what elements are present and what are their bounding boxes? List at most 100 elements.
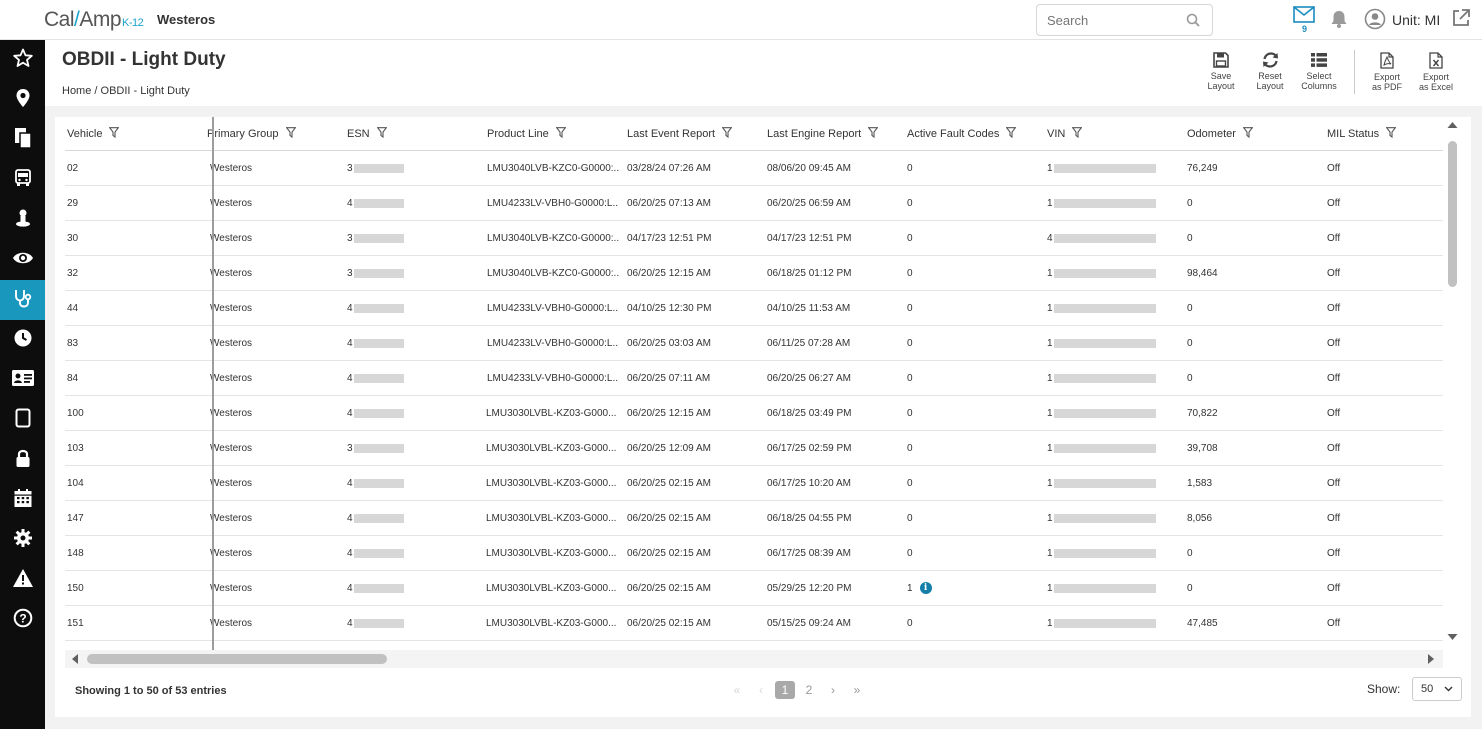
filter-icon[interactable] xyxy=(867,126,879,141)
cell-vehicle-value: 104 xyxy=(67,477,84,489)
bell-icon[interactable] xyxy=(1329,9,1349,34)
last-page-button[interactable]: » xyxy=(845,683,869,697)
unit-label[interactable]: Unit: MI xyxy=(1392,12,1440,28)
nav-security[interactable] xyxy=(0,440,45,480)
first-page-button[interactable]: « xyxy=(725,683,749,697)
column-header-vin[interactable]: VIN xyxy=(1047,117,1177,150)
vertical-scrollbar[interactable] xyxy=(1446,121,1458,645)
filter-icon[interactable] xyxy=(1385,126,1397,141)
nav-diagnostics[interactable] xyxy=(0,280,45,320)
nav-devices[interactable] xyxy=(0,400,45,440)
table-row[interactable]: 02 Westeros 3 LMU3040LVB-KZC0-G0000:... 03/2… xyxy=(65,151,1443,186)
cell-engine: 06/17/25 02:59 PM xyxy=(767,431,897,465)
table-row[interactable]: 84 Westeros 4 LMU4233LV-VBH0-G0000:L... 06/2… xyxy=(65,361,1443,396)
top-bar: Cal/AmpK-12 Westeros 9 Unit: MI xyxy=(0,0,1482,40)
export-excel-button[interactable]: Export as Excel xyxy=(1411,52,1461,92)
redacted-mask xyxy=(353,478,404,488)
cell-product: LMU3030LVBL-KZ03-G000... xyxy=(486,536,618,570)
nav-alerts[interactable] xyxy=(0,560,45,600)
redacted-mask xyxy=(1053,233,1156,243)
cell-odometer: 0 xyxy=(1187,186,1317,220)
cell-esn: 4 xyxy=(347,606,477,640)
calamp-logo[interactable]: Cal/AmpK-12 xyxy=(44,8,144,32)
nav-history[interactable] xyxy=(0,320,45,360)
cell-mil-value: Off xyxy=(1327,337,1341,349)
search-input[interactable] xyxy=(1037,5,1177,35)
search-box[interactable] xyxy=(1036,4,1213,36)
external-link-icon[interactable] xyxy=(1451,8,1471,33)
table-row[interactable]: 30 Westeros 3 LMU3040LVB-KZC0-G0000:... 04/1… xyxy=(65,221,1443,256)
nav-fleet[interactable] xyxy=(0,160,45,200)
filter-icon[interactable] xyxy=(721,126,733,141)
table-row[interactable]: 148 Westeros 4 LMU3030LVBL-KZ03-G000... 06/2… xyxy=(65,536,1443,571)
table-row[interactable]: 104 Westeros 4 LMU3030LVBL-KZ03-G000... 06/2… xyxy=(65,466,1443,501)
redacted-mask xyxy=(1053,373,1156,383)
cell-mil: Off xyxy=(1327,221,1437,255)
table-row[interactable]: 147 Westeros 4 LMU3030LVBL-KZ03-G000... 06/2… xyxy=(65,501,1443,536)
redacted-mask xyxy=(353,233,404,243)
filter-icon[interactable] xyxy=(555,126,567,141)
table-row[interactable]: 151 Westeros 4 LMU3030LVBL-KZ03-G000... 06/2… xyxy=(65,606,1443,641)
table-row[interactable]: 44 Westeros 4 LMU4233LV-VBH0-G0000:L... 04/1… xyxy=(65,291,1443,326)
nav-favorites[interactable] xyxy=(0,40,45,80)
user-avatar-icon[interactable] xyxy=(1364,8,1386,35)
select-columns-button[interactable]: Select Columns xyxy=(1294,52,1344,91)
nav-drivers[interactable] xyxy=(0,200,45,240)
vertical-scroll-thumb[interactable] xyxy=(1448,141,1457,287)
export-pdf-button[interactable]: Export as PDF xyxy=(1362,52,1412,92)
save-label-1: Save xyxy=(1210,71,1232,81)
column-header-engine[interactable]: Last Engine Report xyxy=(767,117,897,150)
column-header-odometer[interactable]: Odometer xyxy=(1187,117,1317,150)
scroll-left-arrow-icon xyxy=(72,654,78,664)
nav-map[interactable] xyxy=(0,80,45,120)
nav-reports[interactable] xyxy=(0,120,45,160)
info-icon[interactable]: i xyxy=(919,582,932,594)
breadcrumb[interactable]: Home / OBDII - Light Duty xyxy=(62,85,190,97)
save-layout-button[interactable]: Save Layout xyxy=(1196,52,1246,91)
prev-page-button[interactable]: ‹ xyxy=(749,683,773,697)
table-row[interactable]: 32 Westeros 3 LMU3040LVB-KZC0-G0000:... 06/2… xyxy=(65,256,1443,291)
column-header-event[interactable]: Last Event Report xyxy=(627,117,757,150)
page-1-button[interactable]: 1 xyxy=(775,681,795,699)
table-row[interactable]: 103 Westeros 3 LMU3030LVBL-KZ03-G000... 06/2… xyxy=(65,431,1443,466)
nav-monitor[interactable] xyxy=(0,240,45,280)
cell-product: LMU4233LV-VBH0-G0000:L... xyxy=(487,291,619,325)
column-header-group[interactable]: Primary Group xyxy=(207,117,337,150)
column-header-faults[interactable]: Active Fault Codes xyxy=(907,117,1037,150)
filter-icon[interactable] xyxy=(285,126,296,141)
page-2-button[interactable]: 2 xyxy=(797,683,821,697)
column-header-product[interactable]: Product Line xyxy=(487,117,619,150)
cell-vin-value: 1 xyxy=(1047,442,1053,454)
nav-help[interactable]: ? xyxy=(0,600,45,640)
reset-layout-button[interactable]: Reset Layout xyxy=(1245,52,1295,91)
cell-engine-value: 06/17/25 02:59 PM xyxy=(767,442,852,454)
redacted-mask xyxy=(353,163,404,173)
tenant-name[interactable]: Westeros xyxy=(157,12,215,27)
nav-calendar[interactable] xyxy=(0,480,45,520)
filter-icon[interactable] xyxy=(376,126,388,141)
cell-event: 04/10/25 12:30 PM xyxy=(627,291,757,325)
cell-product: LMU3030LVBL-KZ03-G000... xyxy=(486,431,618,465)
filter-icon[interactable] xyxy=(1071,126,1083,141)
horizontal-scrollbar[interactable] xyxy=(65,650,1443,668)
column-header-vehicle[interactable]: Vehicle xyxy=(67,117,187,150)
filter-icon[interactable] xyxy=(109,126,120,141)
cell-vin: 1 xyxy=(1047,571,1177,605)
cell-product-value: LMU4233LV-VBH0-G0000:L... xyxy=(487,372,619,384)
nav-settings[interactable] xyxy=(0,520,45,560)
table-row[interactable]: 83 Westeros 4 LMU4233LV-VBH0-G0000:L... 06/2… xyxy=(65,326,1443,361)
table-row[interactable]: 100 Westeros 4 LMU3030LVBL-KZ03-G000... 06/2… xyxy=(65,396,1443,431)
page-size-select[interactable]: 50 xyxy=(1412,677,1462,701)
horizontal-scroll-thumb[interactable] xyxy=(87,654,387,664)
filter-icon[interactable] xyxy=(1005,126,1017,141)
cell-faults-value: 0 xyxy=(907,162,913,174)
column-header-esn[interactable]: ESN xyxy=(347,117,477,150)
search-icon[interactable] xyxy=(1186,13,1200,32)
filter-icon[interactable] xyxy=(1242,126,1254,141)
nav-contacts[interactable] xyxy=(0,360,45,400)
next-page-button[interactable]: › xyxy=(821,683,845,697)
table-row[interactable]: 150 Westeros 4 LMU3030LVBL-KZ03-G000... 06/2… xyxy=(65,571,1443,606)
table-row[interactable]: 29 Westeros 4 LMU4233LV-VBH0-G0000:L... 06/2… xyxy=(65,186,1443,221)
column-header-mil[interactable]: MIL Status xyxy=(1327,117,1437,150)
tablet-icon xyxy=(15,408,31,433)
